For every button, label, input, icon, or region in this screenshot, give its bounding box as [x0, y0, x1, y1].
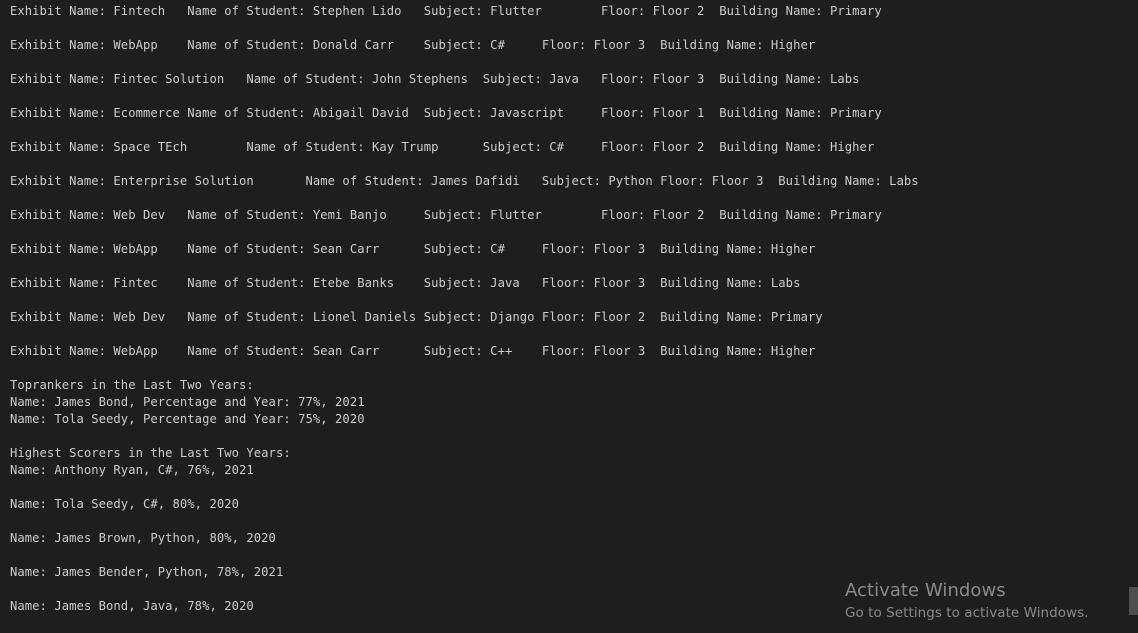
- exhibit-line: Exhibit Name: WebApp Name of Student: Se…: [10, 344, 816, 358]
- exhibit-line: Exhibit Name: Enterprise Solution Name o…: [10, 174, 919, 188]
- exhibit-line: Exhibit Name: Web Dev Name of Student: Y…: [10, 208, 882, 222]
- exhibit-line: Exhibit Name: Fintech Name of Student: S…: [10, 4, 882, 18]
- exhibit-line: Exhibit Name: Ecommerce Name of Student:…: [10, 106, 882, 120]
- exhibit-line: Exhibit Name: Space TEch Name of Student…: [10, 140, 875, 154]
- activate-windows-watermark: Activate Windows Go to Settings to activ…: [845, 579, 1089, 623]
- topranker-line: Name: Tola Seedy, Percentage and Year: 7…: [10, 412, 365, 426]
- exhibit-line: Exhibit Name: Fintec Solution Name of St…: [10, 72, 860, 86]
- scrollbar-thumb[interactable]: [1129, 587, 1138, 615]
- scorer-line: Name: James Bond, Java, 78%, 2020: [10, 599, 254, 613]
- highest-scorers-heading: Highest Scorers in the Last Two Years:: [10, 446, 291, 460]
- exhibit-line: Exhibit Name: WebApp Name of Student: Do…: [10, 38, 816, 52]
- activate-windows-subtitle: Go to Settings to activate Windows.: [845, 605, 1089, 621]
- topranker-line: Name: James Bond, Percentage and Year: 7…: [10, 395, 365, 409]
- activate-windows-title: Activate Windows: [845, 580, 1006, 601]
- scorer-line: Name: Anthony Ryan, C#, 76%, 2021: [10, 463, 254, 477]
- terminal-output[interactable]: Exhibit Name: Fintech Name of Student: S…: [0, 0, 1138, 633]
- toprankers-heading: Toprankers in the Last Two Years:: [10, 378, 254, 392]
- scorer-line: Name: James Bender, Python, 78%, 2021: [10, 565, 284, 579]
- scorer-line: Name: James Brown, Python, 80%, 2020: [10, 531, 276, 545]
- exhibit-line: Exhibit Name: Web Dev Name of Student: L…: [10, 310, 823, 324]
- scorer-line: Name: Tola Seedy, C#, 80%, 2020: [10, 497, 240, 511]
- exhibit-line: Exhibit Name: Fintec Name of Student: Et…: [10, 276, 801, 290]
- exhibit-line: Exhibit Name: WebApp Name of Student: Se…: [10, 242, 816, 256]
